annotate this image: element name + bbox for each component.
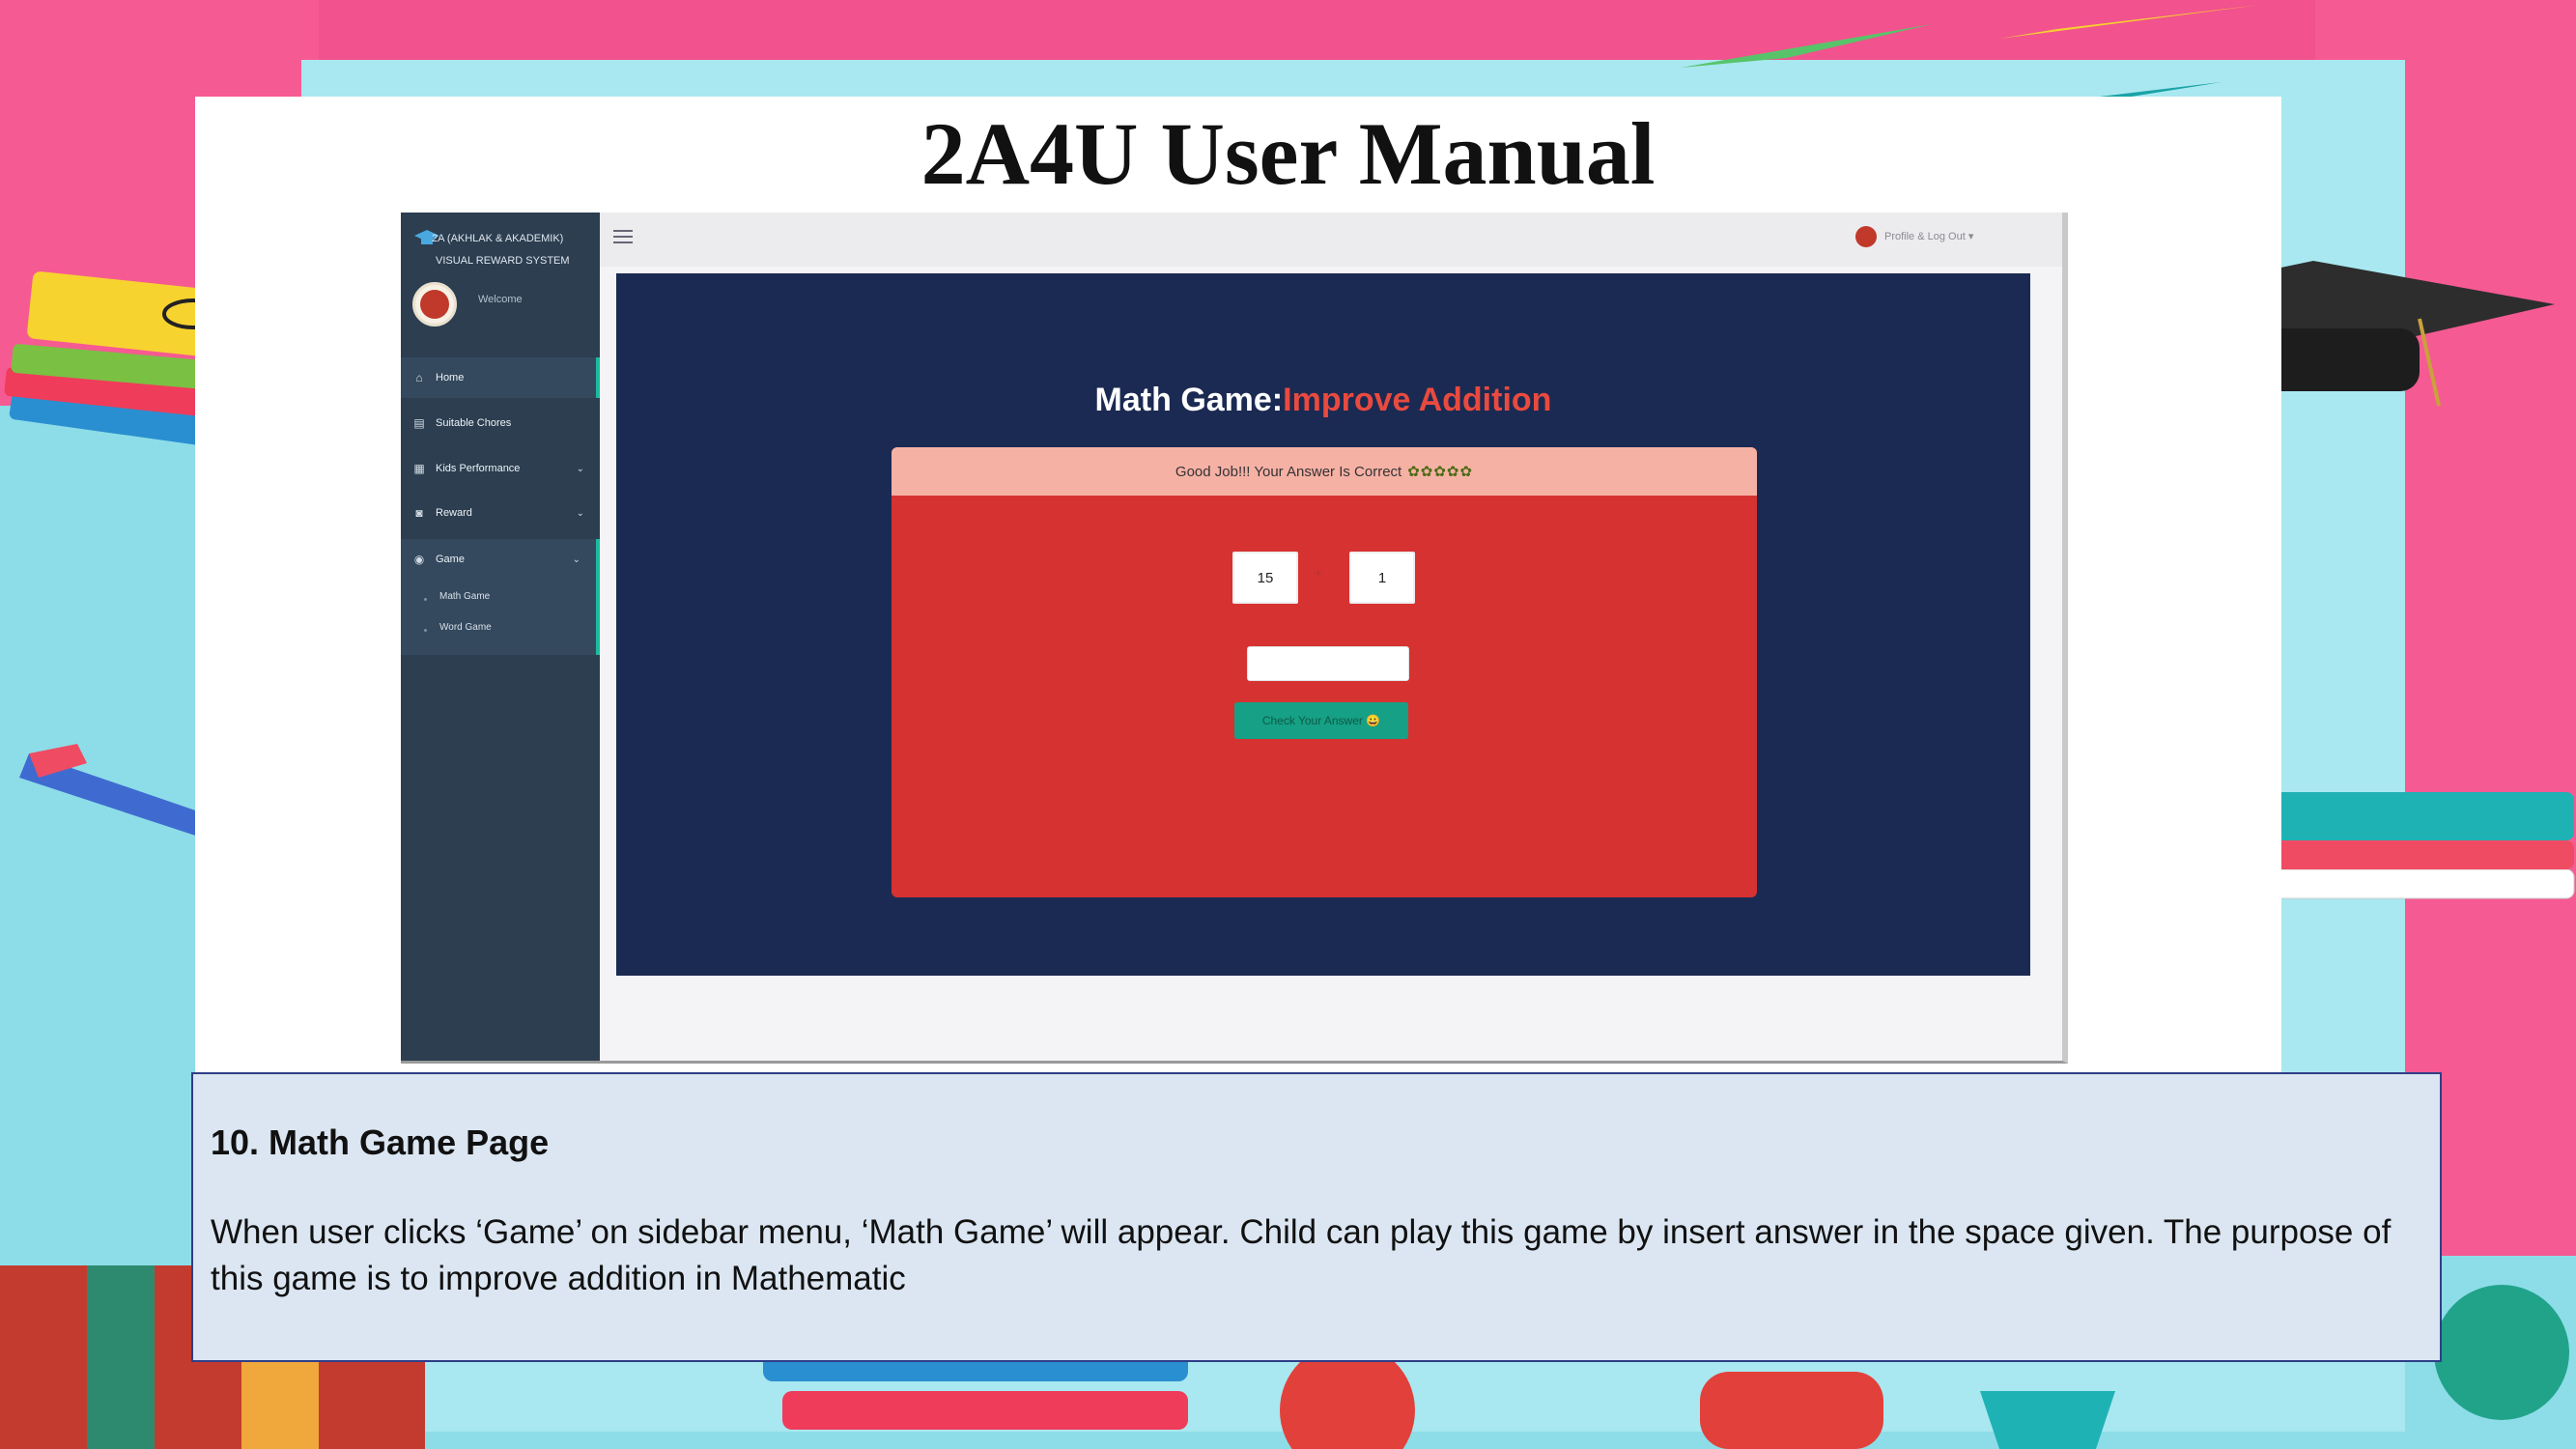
brand-name: 2A (AKHLAK & AKADEMIK) xyxy=(432,233,564,244)
feedback-text: Good Job!!! Your Answer Is Correct xyxy=(1175,463,1402,480)
profile-menu[interactable]: Profile & Log Out ▾ xyxy=(1884,230,1973,242)
menu-toggle-icon[interactable] xyxy=(613,230,633,245)
home-icon: ⌂ xyxy=(415,371,423,384)
game-title: Math Game:Improve Addition xyxy=(1094,382,1552,418)
chevron-down-icon: ⌄ xyxy=(576,463,584,474)
sidebar-item-home[interactable]: ⌂ Home xyxy=(401,357,600,398)
calendar-icon: ▦ xyxy=(413,462,425,475)
app-screenshot: 2A (AKHLAK & AKADEMIK) VISUAL REWARD SYS… xyxy=(401,213,2068,1064)
stars-icon: ✿✿✿✿✿ xyxy=(1407,464,1474,480)
file-icon: ▤ xyxy=(413,416,425,430)
slide-title: 2A4U User Manual xyxy=(920,104,1656,203)
chevron-down-icon: ⌄ xyxy=(576,507,584,519)
brand-subtitle: VISUAL REWARD SYSTEM xyxy=(436,255,570,267)
submenu-item-word-game[interactable]: Word Game xyxy=(439,622,492,633)
sidebar-item-label: Home xyxy=(436,372,465,384)
top-bar: Profile & Log Out ▾ xyxy=(600,213,2062,267)
sidebar-item-label: Reward xyxy=(436,507,472,519)
game-submenu: Math Game Word Game xyxy=(401,580,600,655)
feedback-banner: Good Job!!! Your Answer Is Correct ✿✿✿✿✿ xyxy=(892,447,1757,496)
sidebar-item-reward[interactable]: ◙ Reward ⌄ xyxy=(401,493,600,533)
bullet-icon xyxy=(424,629,427,632)
check-answer-button[interactable]: Check Your Answer 😀 xyxy=(1234,702,1408,739)
operator: + xyxy=(1314,566,1323,582)
bullet-icon xyxy=(424,598,427,601)
sidebar-item-suitable-chores[interactable]: ▤ Suitable Chores xyxy=(401,403,600,443)
sidebar: 2A (AKHLAK & AKADEMIK) VISUAL REWARD SYS… xyxy=(401,213,600,1061)
game-card: Good Job!!! Your Answer Is Correct ✿✿✿✿✿… xyxy=(892,447,1757,897)
gift-icon: ◙ xyxy=(415,506,423,520)
chevron-down-icon: ⌄ xyxy=(572,554,580,565)
gamepad-icon: ◉ xyxy=(413,553,425,566)
welcome-text: Welcome xyxy=(478,294,523,305)
sidebar-item-label: Suitable Chores xyxy=(436,417,512,429)
profile-avatar[interactable] xyxy=(1855,226,1877,247)
operand-1: 15 xyxy=(1232,552,1298,604)
answer-input[interactable] xyxy=(1247,646,1409,681)
sidebar-item-kids-performance[interactable]: ▦ Kids Performance ⌄ xyxy=(401,448,600,489)
caption-heading: 10. Math Game Page xyxy=(211,1122,550,1162)
game-panel: Math Game:Improve Addition Good Job!!! Y… xyxy=(616,273,2030,976)
operand-2: 1 xyxy=(1349,552,1415,604)
avatar[interactable] xyxy=(412,282,457,327)
sidebar-item-label: Kids Performance xyxy=(436,463,521,474)
sidebar-item-label: Game xyxy=(436,554,465,565)
sidebar-item-game[interactable]: ◉ Game ⌄ xyxy=(401,539,600,580)
caption-body: When user clicks ‘Game’ on sidebar menu,… xyxy=(211,1213,2392,1297)
submenu-item-math-game[interactable]: Math Game xyxy=(439,591,490,602)
caption-box: 10. Math Game Page When user clicks ‘Gam… xyxy=(191,1072,2442,1362)
